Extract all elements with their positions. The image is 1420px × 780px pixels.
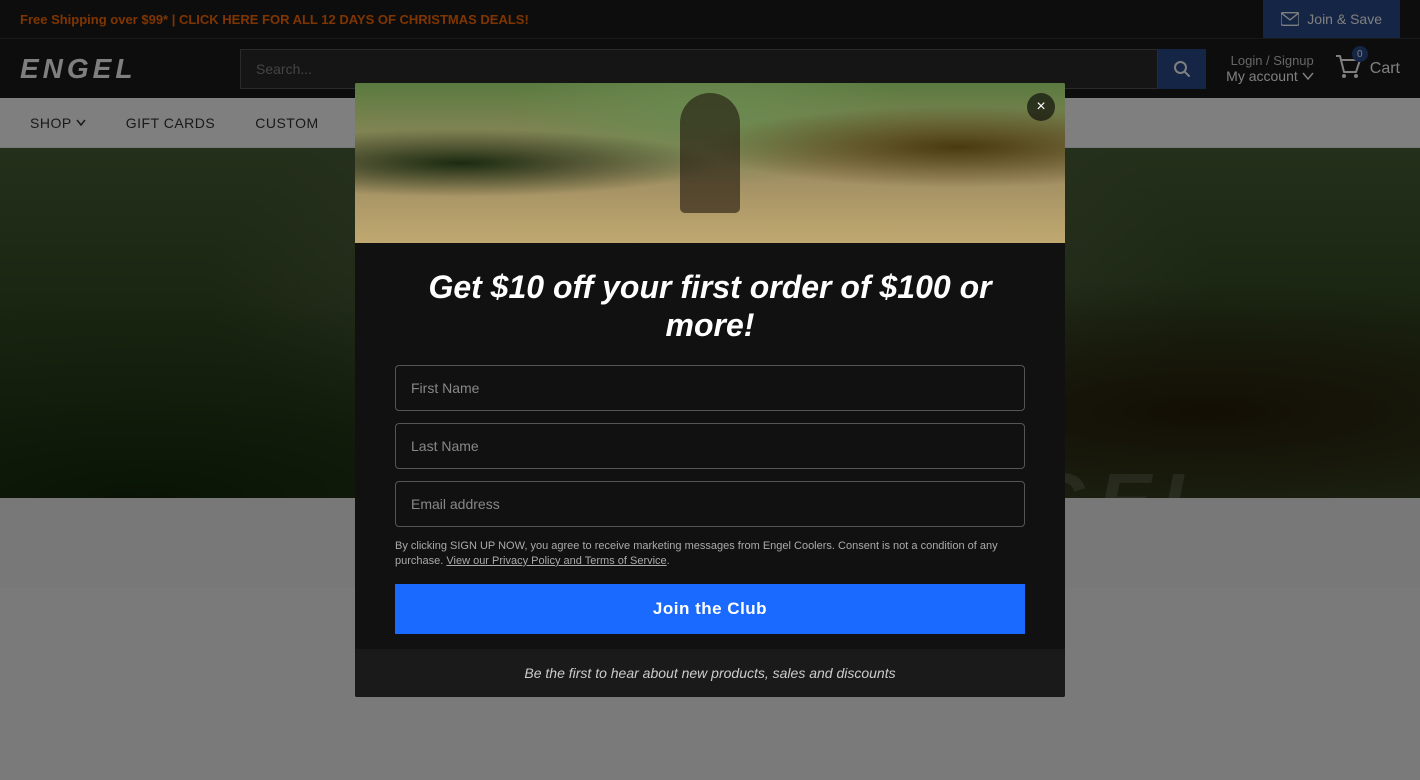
last-name-input[interactable] (395, 423, 1025, 469)
privacy-link[interactable]: View our Privacy Policy and Terms of Ser… (446, 555, 666, 567)
modal-footer: Be the first to hear about new products,… (355, 649, 1065, 697)
close-icon: × (1036, 98, 1045, 116)
footer-tagline: Be the first to hear about new products,… (395, 665, 1025, 681)
consent-text: By clicking SIGN UP NOW, you agree to re… (395, 539, 1025, 570)
signup-modal: × Get $10 off your first order of $100 o… (355, 83, 1065, 698)
join-club-button[interactable]: Join the Club (395, 584, 1025, 634)
person-figure (680, 93, 740, 213)
modal-backdrop: × Get $10 off your first order of $100 o… (0, 0, 1420, 780)
modal-body: Get $10 off your first order of $100 or … (355, 243, 1065, 635)
email-input[interactable] (395, 481, 1025, 527)
modal-image-area: × (355, 83, 1065, 243)
modal-headline: Get $10 off your first order of $100 or … (395, 268, 1025, 345)
close-modal-button[interactable]: × (1027, 93, 1055, 121)
first-name-input[interactable] (395, 365, 1025, 411)
